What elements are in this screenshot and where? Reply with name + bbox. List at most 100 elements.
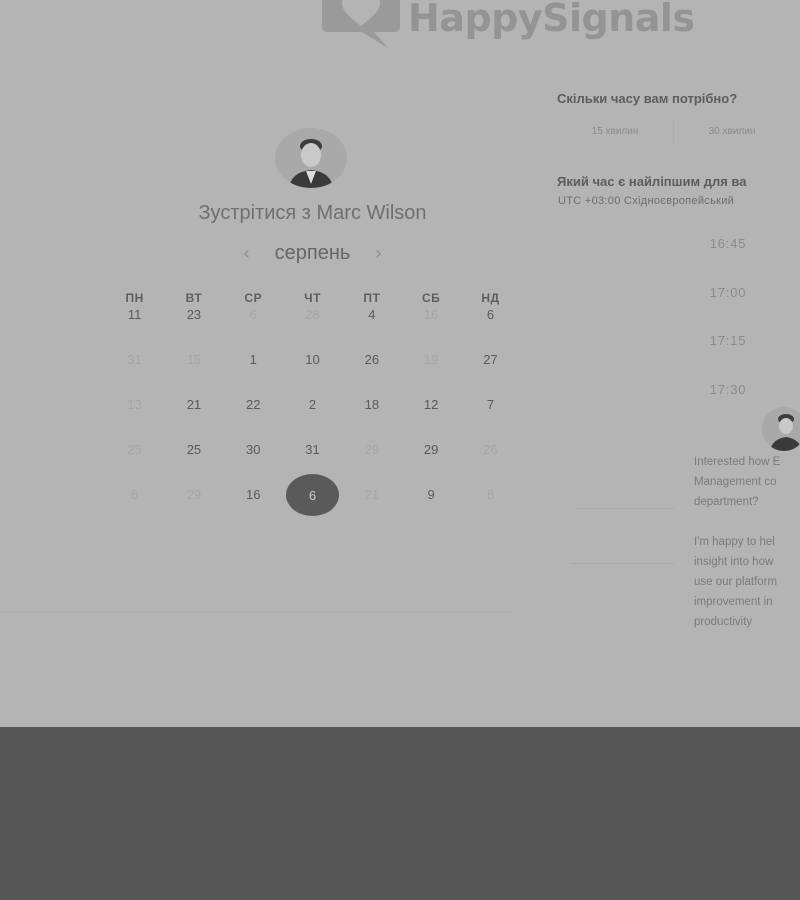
chat-message-line: department? (694, 496, 759, 508)
weekday-label: СР (244, 291, 263, 305)
calendar-day[interactable]: 7 (461, 395, 520, 440)
calendar-day-number: 2 (308, 397, 317, 412)
calendar-day[interactable]: 22 (224, 395, 283, 440)
calendar-day[interactable]: 1 (224, 350, 283, 395)
calendar-day: 6 (224, 305, 283, 350)
calendar-day-number: 16 (423, 307, 439, 322)
time-slot[interactable]: 17:00 (680, 285, 776, 300)
month-label: серпень (274, 242, 351, 264)
duration-options: 15 хвилин 30 хвилин (557, 120, 790, 143)
time-slot[interactable]: 16:45 (680, 236, 776, 251)
chevron-right-icon[interactable]: › (368, 243, 388, 264)
calendar-day-number: 6 (131, 487, 139, 502)
calendar-day-number: 27 (483, 352, 498, 367)
chat-message-line: Management co (694, 476, 777, 488)
calendar-day: 29 (164, 485, 223, 530)
meeting-title: Зустрітися з Marc Wilson (198, 202, 427, 224)
calendar-day-number: 21 (364, 487, 380, 502)
calendar-grid: ПН ВТ СР ЧТ ПТ СБ НД 11 23 6 28 4 16 6 31 15 1 10 2… (105, 291, 520, 530)
calendar-day: 21 (342, 485, 401, 530)
footer-band (0, 727, 800, 900)
calendar-day-number: 6 (286, 474, 340, 516)
calendar-day[interactable]: 30 (224, 440, 283, 485)
weekday-label: ПТ (363, 291, 381, 305)
calendar-day-number: 6 (249, 307, 257, 322)
calendar-day-selected[interactable]: 6 (283, 474, 342, 530)
calendar-day-number: 11 (127, 307, 142, 322)
calendar-day-number: 21 (186, 397, 202, 412)
duration-option-30[interactable]: 30 хвилин (673, 120, 790, 143)
time-slot[interactable]: 17:30 (680, 382, 776, 397)
calendar-day: 19 (401, 350, 460, 395)
duration-question: Скільки часу вам потрібно? (557, 91, 738, 106)
calendar-day-number: 1 (249, 352, 257, 367)
calendar-day-number: 26 (364, 352, 380, 367)
chat-separator (570, 563, 674, 564)
chevron-left-icon[interactable]: ‹ (237, 243, 257, 264)
calendar-week-row: 13 21 22 2 18 12 7 (105, 395, 520, 440)
chat-message-line: insight into how (694, 556, 774, 568)
calendar-week-row: 31 15 1 10 26 19 27 (105, 350, 520, 395)
calendar-day[interactable]: 9 (401, 485, 460, 530)
weekday-label: НД (481, 291, 500, 305)
weekday-label: ВТ (185, 291, 203, 305)
calendar-day-number: 6 (486, 307, 495, 322)
calendar-day[interactable]: 12 (401, 395, 460, 440)
calendar-day-number: 19 (423, 352, 439, 367)
calendar-day[interactable]: 27 (461, 350, 520, 395)
time-slot[interactable]: 17:15 (680, 333, 776, 348)
chat-message-line: productivity (694, 616, 753, 628)
chat-message: Interested how E Management co departmen… (694, 452, 800, 512)
timezone-selector[interactable]: UTC +03:00 Східноєвропейський (558, 195, 734, 207)
calendar-day-number: 29 (186, 487, 202, 502)
calendar-day-number: 16 (246, 487, 261, 502)
calendar-day[interactable]: 16 (224, 485, 283, 530)
calendar-day-number: 31 (305, 442, 320, 457)
calendar-day[interactable]: 29 (401, 440, 460, 485)
weekday-label: СБ (421, 291, 441, 305)
calendar-day-number: 29 (423, 442, 439, 457)
calendar-day: 13 (105, 395, 164, 440)
weekday-label: ЧТ (304, 291, 321, 305)
calendar-day[interactable]: 10 (283, 350, 342, 395)
chat-message-line: I'm happy to hel (694, 536, 775, 548)
calendar-day-number: 9 (427, 487, 435, 502)
calendar-day-number: 31 (127, 352, 142, 367)
brand-name: HappySignals (408, 0, 695, 40)
calendar-day-number: 8 (486, 487, 495, 502)
calendar-day-number: 12 (423, 397, 439, 412)
calendar-day-number: 29 (364, 442, 380, 457)
divider (0, 611, 512, 613)
heart-speech-bubble-icon (322, 0, 400, 50)
calendar-day: 26 (461, 440, 520, 485)
calendar-day[interactable]: 6 (461, 305, 520, 350)
calendar-day: 8 (461, 485, 520, 530)
calendar-day-number: 25 (186, 442, 202, 457)
calendar-day[interactable]: 2 (283, 395, 342, 440)
calendar-day: 25 (105, 440, 164, 485)
calendar-day[interactable]: 4 (342, 305, 401, 350)
chat-message: I'm happy to hel insight into how use ou… (694, 532, 800, 632)
calendar-day[interactable]: 25 (164, 440, 223, 485)
chat-separator (576, 508, 674, 509)
calendar-weekday-header: ПН ВТ СР ЧТ ПТ СБ НД (105, 291, 520, 305)
calendar-week-row: 6 29 16 6 21 9 8 (105, 474, 520, 530)
calendar-body: 11 23 6 28 4 16 6 31 15 1 10 26 19 27 13 21 22 2 18 12 7 25 25… (105, 305, 520, 530)
chat-avatar[interactable] (762, 407, 800, 451)
calendar-day[interactable]: 23 (164, 305, 223, 350)
calendar-day-number: 15 (186, 352, 202, 367)
duration-option-15[interactable]: 15 хвилин (557, 120, 673, 143)
calendar-day: 15 (164, 350, 223, 395)
weekday-label: ПН (125, 291, 144, 305)
time-question: Який час є найліпшим для ва (557, 174, 747, 189)
calendar-day-number: 18 (364, 397, 380, 412)
host-avatar (275, 128, 347, 188)
chat-message-line: Interested how E (694, 456, 781, 468)
calendar-day-number: 4 (368, 307, 376, 322)
calendar-day[interactable]: 21 (164, 395, 223, 440)
calendar-day[interactable]: 11 (105, 305, 164, 350)
calendar-day[interactable]: 26 (342, 350, 401, 395)
chat-message-line: improvement in (694, 596, 773, 608)
calendar-day[interactable]: 18 (342, 395, 401, 440)
calendar-day: 28 (283, 305, 342, 350)
